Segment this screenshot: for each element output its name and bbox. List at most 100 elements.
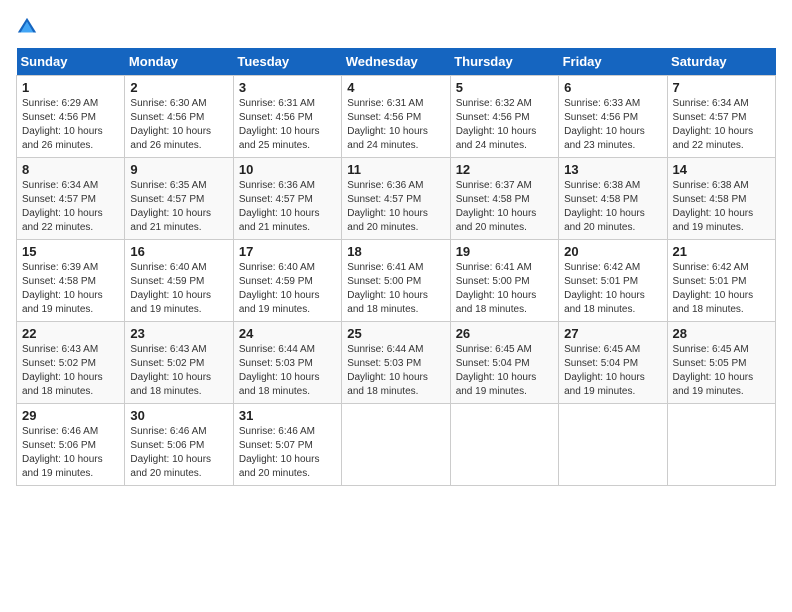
calendar-cell: 31 Sunrise: 6:46 AMSunset: 5:07 PMDayligh… bbox=[233, 404, 341, 486]
cell-info: Sunrise: 6:29 AMSunset: 4:56 PMDaylight:… bbox=[22, 97, 119, 153]
calendar-cell: 7 Sunrise: 6:34 AMSunset: 4:57 PMDaylight… bbox=[667, 76, 775, 158]
cell-info: Sunrise: 6:34 AMSunset: 4:57 PMDaylight:… bbox=[673, 97, 770, 153]
calendar-week-row: 1 Sunrise: 6:29 AMSunset: 4:56 PMDaylight… bbox=[17, 76, 776, 158]
day-number: 4 bbox=[347, 80, 444, 95]
day-number: 14 bbox=[673, 162, 770, 177]
calendar-cell: 18 Sunrise: 6:41 AMSunset: 5:00 PMDayligh… bbox=[342, 240, 450, 322]
day-number: 23 bbox=[130, 326, 227, 341]
cell-info: Sunrise: 6:40 AMSunset: 4:59 PMDaylight:… bbox=[239, 261, 336, 317]
cell-info: Sunrise: 6:45 AMSunset: 5:04 PMDaylight:… bbox=[564, 343, 661, 399]
day-number: 28 bbox=[673, 326, 770, 341]
calendar-cell: 10Sunrise: 6:36 AMSunset: 4:57 PMDayligh… bbox=[233, 158, 341, 240]
weekday-header-row: SundayMondayTuesdayWednesdayThursdayFrid… bbox=[17, 48, 776, 76]
calendar-cell: 4Sunrise: 6:31 AMSunset: 4:56 PMDaylight… bbox=[342, 76, 450, 158]
calendar-cell: 23 Sunrise: 6:43 AMSunset: 5:02 PMDayligh… bbox=[125, 322, 233, 404]
cell-info: Sunrise: 6:44 AMSunset: 5:03 PMDaylight:… bbox=[239, 343, 336, 399]
weekday-header-monday: Monday bbox=[125, 48, 233, 76]
calendar-cell: 30 Sunrise: 6:46 AMSunset: 5:06 PMDayligh… bbox=[125, 404, 233, 486]
day-number: 31 bbox=[239, 408, 336, 423]
day-number: 26 bbox=[456, 326, 553, 341]
day-number: 18 bbox=[347, 244, 444, 259]
weekday-header-saturday: Saturday bbox=[667, 48, 775, 76]
calendar-cell bbox=[667, 404, 775, 486]
weekday-header-friday: Friday bbox=[559, 48, 667, 76]
calendar-cell: 16 Sunrise: 6:40 AMSunset: 4:59 PMDayligh… bbox=[125, 240, 233, 322]
calendar-cell: 20 Sunrise: 6:42 AMSunset: 5:01 PMDayligh… bbox=[559, 240, 667, 322]
calendar-cell: 25 Sunrise: 6:44 AMSunset: 5:03 PMDayligh… bbox=[342, 322, 450, 404]
calendar-cell: 14Sunrise: 6:38 AMSunset: 4:58 PMDayligh… bbox=[667, 158, 775, 240]
cell-info: Sunrise: 6:45 AMSunset: 5:04 PMDaylight:… bbox=[456, 343, 553, 399]
calendar-week-row: 29 Sunrise: 6:46 AMSunset: 5:06 PMDayligh… bbox=[17, 404, 776, 486]
calendar-week-row: 8 Sunrise: 6:34 AMSunset: 4:57 PMDaylight… bbox=[17, 158, 776, 240]
weekday-header-sunday: Sunday bbox=[17, 48, 125, 76]
day-number: 15 bbox=[22, 244, 119, 259]
calendar-cell: 12 Sunrise: 6:37 AMSunset: 4:58 PMDayligh… bbox=[450, 158, 558, 240]
calendar-cell: 24 Sunrise: 6:44 AMSunset: 5:03 PMDayligh… bbox=[233, 322, 341, 404]
calendar-cell: 29Sunrise: 6:46 AMSunset: 5:06 PMDayligh… bbox=[17, 404, 125, 486]
day-number: 16 bbox=[130, 244, 227, 259]
day-number: 19 bbox=[456, 244, 553, 259]
calendar-cell: 27 Sunrise: 6:45 AMSunset: 5:04 PMDayligh… bbox=[559, 322, 667, 404]
calendar-cell bbox=[342, 404, 450, 486]
cell-info: Sunrise: 6:36 AMSunset: 4:57 PMDaylight:… bbox=[239, 179, 336, 235]
day-number: 24 bbox=[239, 326, 336, 341]
calendar-cell: 28 Sunrise: 6:45 AMSunset: 5:05 PMDayligh… bbox=[667, 322, 775, 404]
cell-info: Sunrise: 6:38 AMSunset: 4:58 PMDaylight:… bbox=[564, 179, 661, 235]
calendar-cell bbox=[450, 404, 558, 486]
weekday-header-thursday: Thursday bbox=[450, 48, 558, 76]
cell-info: Sunrise: 6:40 AMSunset: 4:59 PMDaylight:… bbox=[130, 261, 227, 317]
day-number: 25 bbox=[347, 326, 444, 341]
calendar-cell: 3Sunrise: 6:31 AMSunset: 4:56 PMDaylight… bbox=[233, 76, 341, 158]
calendar-cell: 13 Sunrise: 6:38 AMSunset: 4:58 PMDayligh… bbox=[559, 158, 667, 240]
day-number: 20 bbox=[564, 244, 661, 259]
cell-info: Sunrise: 6:41 AMSunset: 5:00 PMDaylight:… bbox=[456, 261, 553, 317]
calendar-cell: 8 Sunrise: 6:34 AMSunset: 4:57 PMDaylight… bbox=[17, 158, 125, 240]
cell-info: Sunrise: 6:46 AMSunset: 5:07 PMDaylight:… bbox=[239, 425, 336, 481]
cell-info: Sunrise: 6:45 AMSunset: 5:05 PMDaylight:… bbox=[673, 343, 770, 399]
calendar-cell: 11 Sunrise: 6:36 AMSunset: 4:57 PMDayligh… bbox=[342, 158, 450, 240]
day-number: 27 bbox=[564, 326, 661, 341]
cell-info: Sunrise: 6:46 AMSunset: 5:06 PMDaylight:… bbox=[130, 425, 227, 481]
cell-info: Sunrise: 6:34 AMSunset: 4:57 PMDaylight:… bbox=[22, 179, 119, 235]
day-number: 5 bbox=[456, 80, 553, 95]
cell-info: Sunrise: 6:32 AMSunset: 4:56 PMDaylight:… bbox=[456, 97, 553, 153]
day-number: 7 bbox=[673, 80, 770, 95]
calendar-cell: 9 Sunrise: 6:35 AMSunset: 4:57 PMDaylight… bbox=[125, 158, 233, 240]
cell-info: Sunrise: 6:36 AMSunset: 4:57 PMDaylight:… bbox=[347, 179, 444, 235]
cell-info: Sunrise: 6:42 AMSunset: 5:01 PMDaylight:… bbox=[564, 261, 661, 317]
day-number: 21 bbox=[673, 244, 770, 259]
weekday-header-tuesday: Tuesday bbox=[233, 48, 341, 76]
logo-icon bbox=[16, 16, 38, 38]
calendar-cell: 15 Sunrise: 6:39 AMSunset: 4:58 PMDayligh… bbox=[17, 240, 125, 322]
calendar-cell: 5 Sunrise: 6:32 AMSunset: 4:56 PMDaylight… bbox=[450, 76, 558, 158]
calendar-cell: 26 Sunrise: 6:45 AMSunset: 5:04 PMDayligh… bbox=[450, 322, 558, 404]
day-number: 29 bbox=[22, 408, 119, 423]
cell-info: Sunrise: 6:39 AMSunset: 4:58 PMDaylight:… bbox=[22, 261, 119, 317]
day-number: 30 bbox=[130, 408, 227, 423]
calendar-cell: 17 Sunrise: 6:40 AMSunset: 4:59 PMDayligh… bbox=[233, 240, 341, 322]
day-number: 22 bbox=[22, 326, 119, 341]
day-number: 17 bbox=[239, 244, 336, 259]
cell-info: Sunrise: 6:35 AMSunset: 4:57 PMDaylight:… bbox=[130, 179, 227, 235]
day-number: 13 bbox=[564, 162, 661, 177]
cell-info: Sunrise: 6:44 AMSunset: 5:03 PMDaylight:… bbox=[347, 343, 444, 399]
calendar-cell: 19 Sunrise: 6:41 AMSunset: 5:00 PMDayligh… bbox=[450, 240, 558, 322]
cell-info: Sunrise: 6:31 AMSunset: 4:56 PMDaylight:… bbox=[239, 97, 336, 153]
calendar-cell bbox=[559, 404, 667, 486]
day-number: 1 bbox=[22, 80, 119, 95]
day-number: 11 bbox=[347, 162, 444, 177]
page-header bbox=[16, 16, 776, 38]
day-number: 6 bbox=[564, 80, 661, 95]
cell-info: Sunrise: 6:33 AMSunset: 4:56 PMDaylight:… bbox=[564, 97, 661, 153]
calendar-week-row: 22 Sunrise: 6:43 AMSunset: 5:02 PMDayligh… bbox=[17, 322, 776, 404]
calendar-cell: 2Sunrise: 6:30 AMSunset: 4:56 PMDaylight… bbox=[125, 76, 233, 158]
day-number: 9 bbox=[130, 162, 227, 177]
weekday-header-wednesday: Wednesday bbox=[342, 48, 450, 76]
calendar-table: SundayMondayTuesdayWednesdayThursdayFrid… bbox=[16, 48, 776, 486]
day-number: 12 bbox=[456, 162, 553, 177]
cell-info: Sunrise: 6:41 AMSunset: 5:00 PMDaylight:… bbox=[347, 261, 444, 317]
day-number: 8 bbox=[22, 162, 119, 177]
cell-info: Sunrise: 6:37 AMSunset: 4:58 PMDaylight:… bbox=[456, 179, 553, 235]
cell-info: Sunrise: 6:43 AMSunset: 5:02 PMDaylight:… bbox=[22, 343, 119, 399]
cell-info: Sunrise: 6:43 AMSunset: 5:02 PMDaylight:… bbox=[130, 343, 227, 399]
